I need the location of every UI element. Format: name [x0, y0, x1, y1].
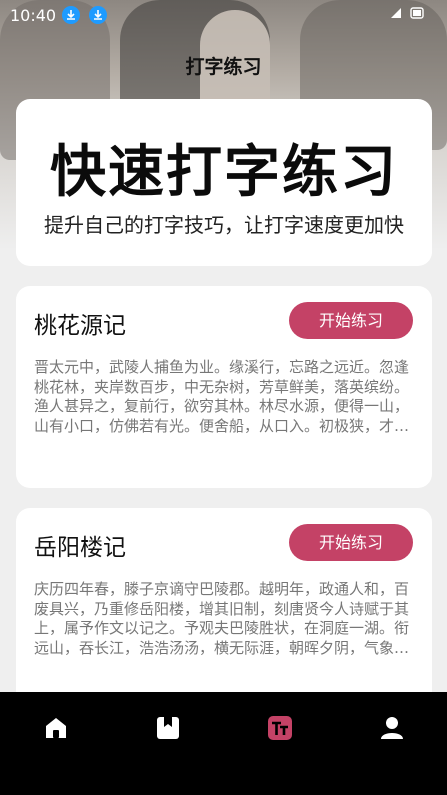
signal-battery-icon [389, 6, 429, 24]
article-title: 桃花源记 [34, 313, 126, 339]
article-preview: 庆历四年春，滕子京谪守巴陵郡。越明年，政通人和，百废具兴，乃重修岳阳楼，增其旧制… [34, 580, 410, 657]
status-bar: 10:40 [0, 0, 447, 30]
tab-home[interactable] [42, 714, 72, 744]
download-icon [62, 6, 80, 24]
bottom-tab-bar [0, 692, 447, 795]
start-practice-button[interactable]: 开始练习 [289, 524, 413, 561]
tab-profile[interactable] [378, 714, 408, 744]
start-practice-button[interactable]: 开始练习 [289, 302, 413, 339]
user-icon [381, 717, 403, 739]
home-icon [46, 718, 66, 738]
article-card: 岳阳楼记 开始练习 庆历四年春，滕子京谪守巴陵郡。越明年，政通人和，百废具兴，乃… [16, 508, 432, 708]
status-time: 10:40 [10, 6, 57, 25]
download-icon [89, 6, 107, 24]
article-card: 桃花源记 开始练习 晋太元中，武陵人捕鱼为业。缘溪行，忘路之远近。忽逢桃花林，夹… [16, 286, 432, 488]
tab-typing[interactable] [266, 714, 296, 744]
tab-library[interactable] [154, 714, 184, 744]
article-title: 岳阳楼记 [34, 535, 126, 561]
hero-headline: 快速打字练习 [50, 140, 398, 205]
hero-card: 快速打字练习 提升自己的打字技巧，让打字速度更加快 [16, 99, 432, 266]
bookmark-icon [157, 717, 179, 739]
hero-subtitle: 提升自己的打字技巧，让打字速度更加快 [44, 213, 404, 237]
page-title: 打字练习 [185, 56, 262, 78]
article-preview: 晋太元中，武陵人捕鱼为业。缘溪行，忘路之远近。忽逢桃花林，夹岸数百步，中无杂树，… [34, 358, 410, 435]
typing-icon [268, 716, 292, 740]
